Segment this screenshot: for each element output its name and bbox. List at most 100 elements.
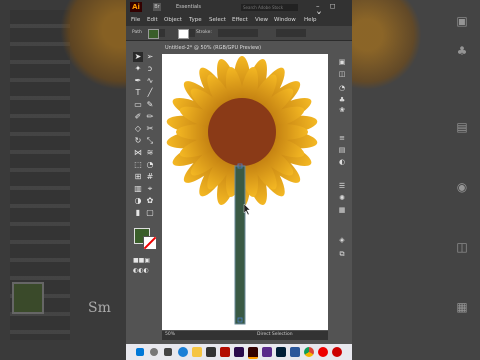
- settings-icon[interactable]: [332, 347, 342, 357]
- premiere-icon[interactable]: [234, 347, 244, 357]
- stroke-weight-field[interactable]: [218, 29, 258, 37]
- zoom-level[interactable]: 50%: [165, 332, 175, 337]
- status-text[interactable]: Direct Selection: [257, 332, 293, 337]
- rectangle-icon[interactable]: ▭: [133, 100, 143, 110]
- scissors-icon[interactable]: ✂: [145, 124, 155, 134]
- menu-bar: File Edit Object Type Select Effect View…: [126, 14, 352, 26]
- selection-icon[interactable]: ➤: [133, 52, 143, 62]
- line-icon[interactable]: ╱: [145, 88, 155, 98]
- stroke-label: Stroke:: [196, 30, 212, 35]
- eyedropper-icon[interactable]: ⌖: [145, 184, 155, 194]
- stroke-color-box[interactable]: [143, 236, 157, 250]
- media-icon[interactable]: [262, 347, 272, 357]
- workspace-switcher[interactable]: Essentials: [176, 4, 201, 10]
- layers-icon[interactable]: ◈: [337, 236, 347, 244]
- menu-select[interactable]: Select: [209, 17, 226, 23]
- perspective-icon[interactable]: ⊞: [133, 172, 143, 182]
- symbols-icon[interactable]: ♣: [337, 96, 347, 104]
- pen-icon[interactable]: ✒: [133, 76, 143, 86]
- opera-icon[interactable]: [318, 347, 328, 357]
- align-icon[interactable]: ▦: [337, 206, 347, 214]
- blurred-panel-icon: ◫: [456, 240, 468, 254]
- graph-icon[interactable]: ▮: [133, 208, 143, 218]
- draw-mode-icon[interactable]: ◐◐◐: [133, 266, 149, 276]
- transparency-icon[interactable]: ◐: [337, 158, 347, 166]
- bridge-button[interactable]: Br: [153, 3, 161, 11]
- paintbrush-icon[interactable]: ✎: [145, 100, 155, 110]
- title-bar: Ai Br Essentials Search Adobe Stock – ◻ …: [126, 0, 352, 18]
- fill-dropdown[interactable]: [159, 29, 165, 37]
- gradient-panel-icon[interactable]: ▤: [337, 146, 347, 154]
- windows-icon[interactable]: [136, 348, 144, 356]
- symbol-sprayer-icon[interactable]: ✿: [145, 196, 155, 206]
- illustrator-logo: Ai: [130, 2, 142, 12]
- stroke-dropdown[interactable]: [189, 29, 195, 37]
- tools-panel: ➤ ➢ ✦ ↄ ✒ ∿ T ╱ ▭ ✎ ✐ ✏ ◇ ✂ ↻ ⤡ ⋈ ≋ ⬚ ◔ …: [131, 50, 159, 278]
- status-bar: 50% Direct Selection: [162, 331, 328, 340]
- blurred-panel-icon: ▤: [456, 120, 468, 134]
- menu-edit[interactable]: Edit: [147, 17, 158, 23]
- color-mode-icon[interactable]: ■■▣: [133, 256, 150, 266]
- lasso-icon[interactable]: ↄ: [145, 64, 155, 74]
- shaper-icon[interactable]: ✐: [133, 112, 143, 122]
- menu-effect[interactable]: Effect: [232, 17, 248, 23]
- blurred-petals: [352, 0, 422, 90]
- mesh-icon[interactable]: #: [145, 172, 155, 182]
- task-view-icon[interactable]: [164, 348, 172, 356]
- magic-wand-icon[interactable]: ✦: [133, 64, 143, 74]
- chrome-icon[interactable]: [304, 347, 314, 357]
- menu-window[interactable]: Window: [274, 17, 296, 23]
- free-transform-icon[interactable]: ⬚: [133, 160, 143, 170]
- menu-file[interactable]: File: [131, 17, 140, 23]
- pencil-icon[interactable]: ✏: [145, 112, 155, 122]
- photoshop-icon[interactable]: [276, 347, 286, 357]
- background-text: Sm: [88, 300, 111, 316]
- panel-dock: ▣ ◫ ◔ ♣ ❀ ≡ ▤ ◐ ☰ ✺ ▦ ◈ ⧉: [332, 54, 352, 284]
- acrobat-icon[interactable]: [220, 347, 230, 357]
- blend-icon[interactable]: ◑: [133, 196, 143, 206]
- windows-taskbar: [126, 344, 352, 360]
- artboard[interactable]: [162, 54, 328, 330]
- blurred-panel-icon: ▦: [456, 300, 468, 314]
- eraser-icon[interactable]: ◇: [133, 124, 143, 134]
- width-icon[interactable]: ⋈: [133, 148, 143, 158]
- menu-help[interactable]: Help: [304, 17, 317, 23]
- illustrator-icon[interactable]: [248, 347, 258, 359]
- stroke-icon[interactable]: ≡: [337, 134, 347, 142]
- curvature-icon[interactable]: ∿: [145, 76, 155, 86]
- background-right-blur: ▣ ♣ ▤ ◉ ◫ ▦: [352, 0, 480, 360]
- document-tab[interactable]: Untitled-2* @ 50% (RGB/GPU Preview): [162, 43, 305, 53]
- style-field[interactable]: [276, 29, 306, 37]
- store-icon[interactable]: [206, 347, 216, 357]
- warp-icon[interactable]: ≋: [145, 148, 155, 158]
- graphic-styles-icon[interactable]: ✺: [337, 194, 347, 202]
- menu-type[interactable]: Type: [189, 17, 202, 23]
- brushes-icon[interactable]: ❀: [337, 106, 347, 114]
- color-icon[interactable]: ◔: [337, 84, 347, 92]
- stroke-swatch[interactable]: [178, 29, 189, 39]
- fill-swatch[interactable]: [148, 29, 159, 39]
- control-bar: Path Stroke:: [126, 26, 352, 41]
- properties-icon[interactable]: ▣: [337, 58, 347, 66]
- stock-search-input[interactable]: Search Adobe Stock: [241, 4, 298, 11]
- libraries-icon[interactable]: ◫: [337, 70, 347, 78]
- sunflower-artwork[interactable]: [162, 54, 328, 330]
- file-explorer-icon[interactable]: [192, 347, 202, 357]
- type-icon[interactable]: T: [133, 88, 143, 98]
- word-icon[interactable]: [290, 347, 300, 357]
- edge-icon[interactable]: [178, 347, 188, 357]
- shape-builder-icon[interactable]: ◔: [145, 160, 155, 170]
- search-icon[interactable]: [150, 348, 158, 356]
- gradient-icon[interactable]: ▥: [133, 184, 143, 194]
- artboard-icon[interactable]: ▢: [145, 208, 155, 218]
- menu-view[interactable]: View: [255, 17, 268, 23]
- appearance-icon[interactable]: ☰: [337, 182, 347, 190]
- rotate-icon[interactable]: ↻: [133, 136, 143, 146]
- stem[interactable]: [234, 165, 246, 325]
- flower-center[interactable]: [208, 98, 276, 166]
- scale-icon[interactable]: ⤡: [145, 136, 155, 146]
- artboards-icon[interactable]: ⧉: [337, 250, 347, 258]
- direct-selection-icon[interactable]: ➢: [145, 52, 155, 62]
- blurred-panel-icon: ♣: [456, 44, 468, 58]
- menu-object[interactable]: Object: [164, 17, 182, 23]
